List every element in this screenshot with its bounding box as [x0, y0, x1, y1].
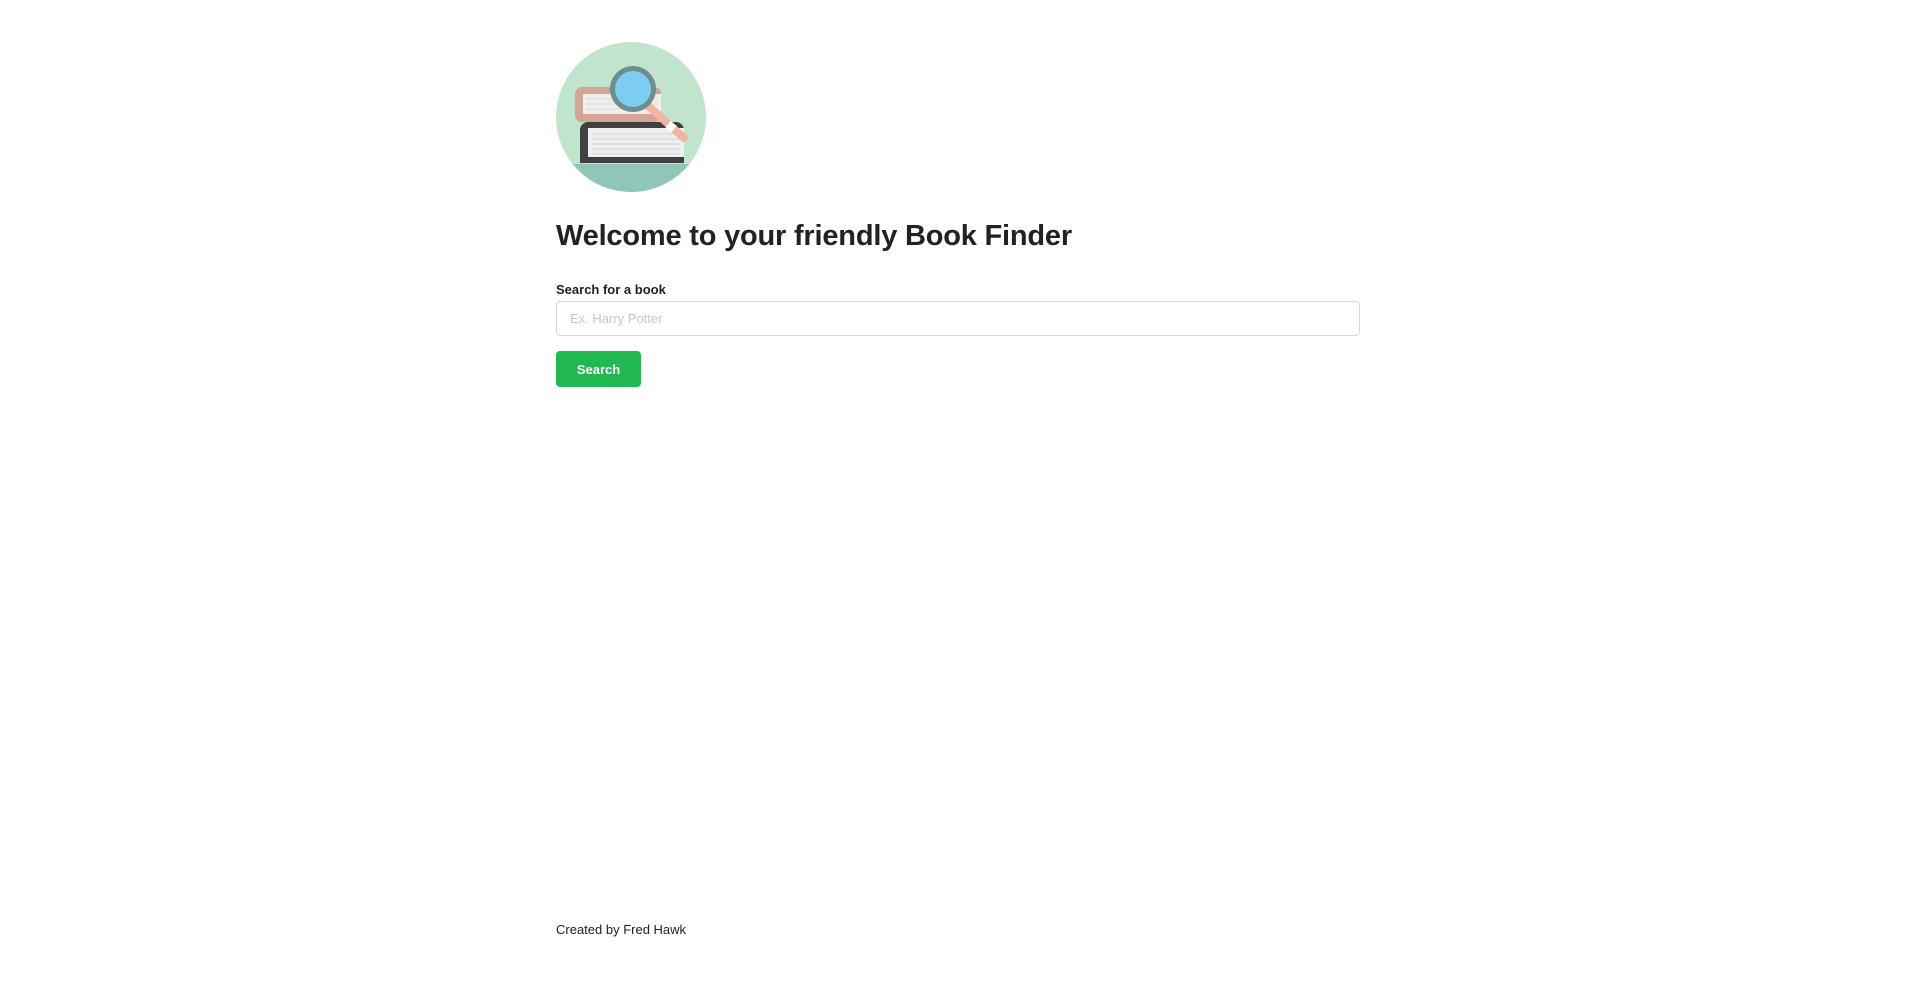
- search-form: Search for a book Search: [556, 282, 1360, 387]
- main-content: Welcome to your friendly Book Finder Sea…: [556, 42, 1360, 387]
- search-button[interactable]: Search: [556, 351, 641, 387]
- footer-credit: Created by Fred Hawk: [556, 922, 687, 937]
- page: Welcome to your friendly Book Finder Sea…: [0, 0, 1908, 982]
- search-label: Search for a book: [556, 282, 666, 297]
- page-title: Welcome to your friendly Book Finder: [556, 220, 1072, 252]
- search-input[interactable]: [556, 301, 1360, 336]
- books-magnifier-icon: [556, 42, 706, 192]
